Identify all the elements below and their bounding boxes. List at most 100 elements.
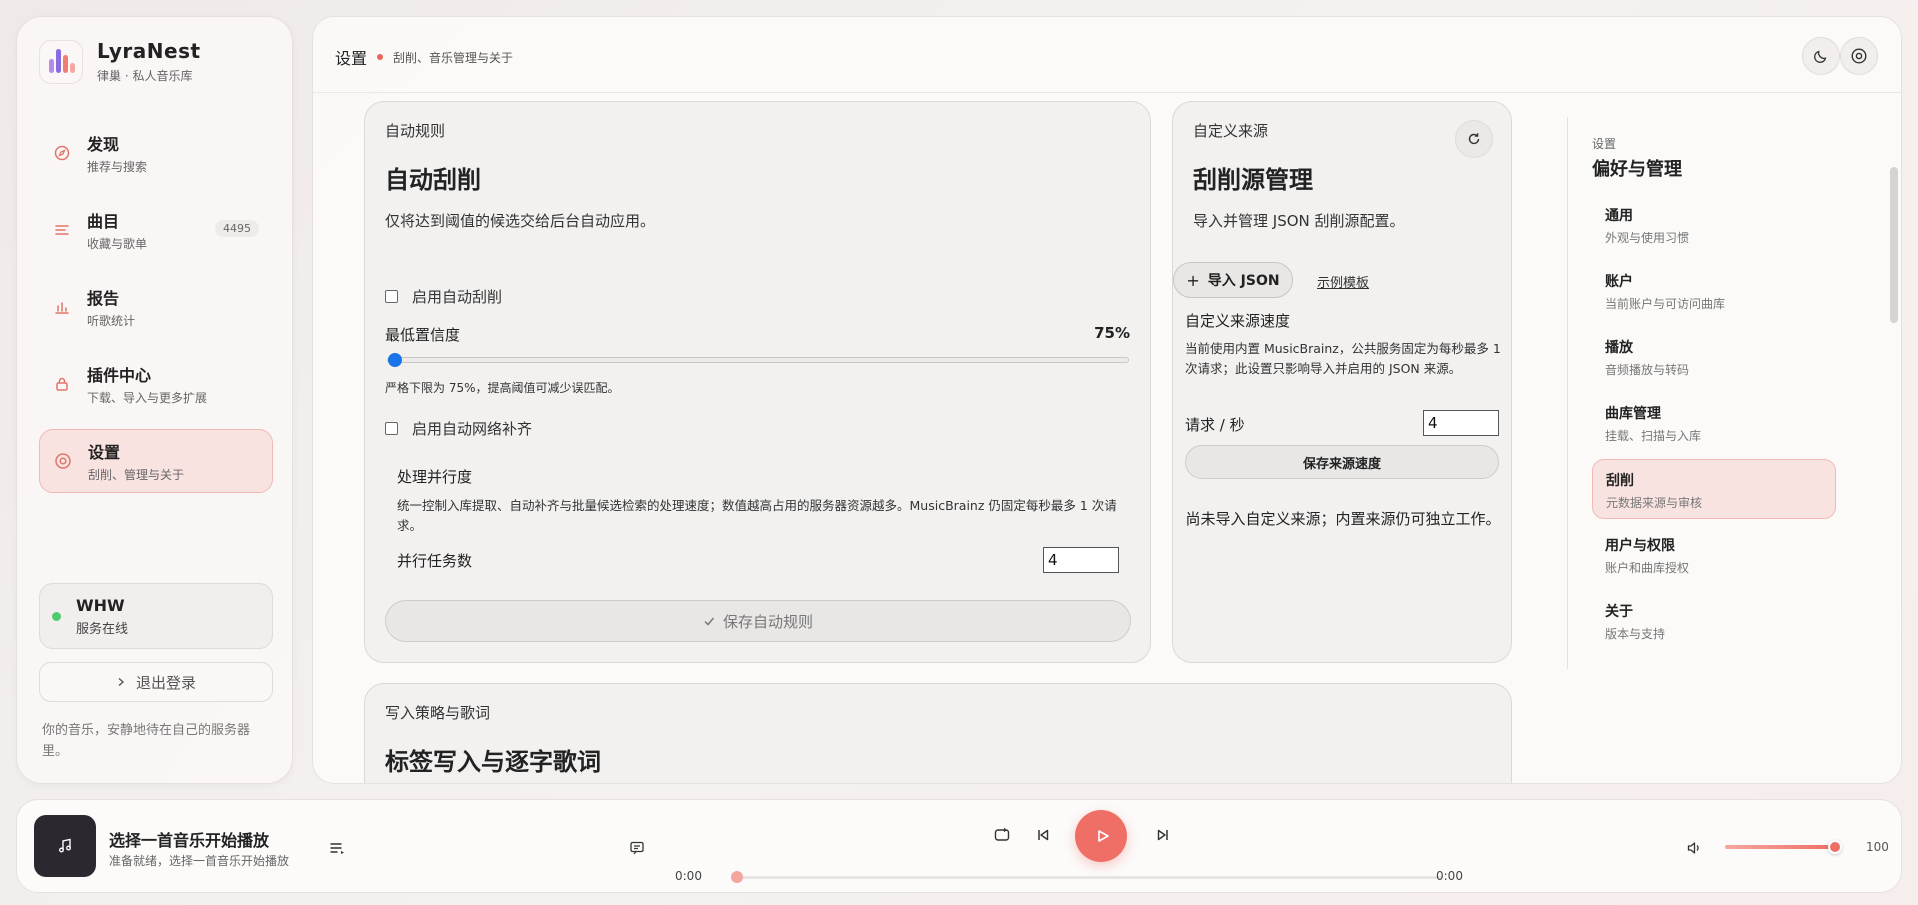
settings-nav-desc: 账户和曲库授权 [1605, 561, 1690, 575]
sidebar-item-label: 曲目 [87, 212, 120, 231]
sidebar-item-label: 设置 [88, 443, 121, 462]
volume-thumb[interactable] [1828, 840, 1842, 854]
settings-nav-library[interactable]: 曲库管理 挂载、扫描与入库 [1592, 393, 1836, 453]
current-time: 0:00 [675, 869, 702, 883]
task-count-label: 并行任务数 [397, 552, 473, 570]
sidebar-item-plugins[interactable]: 插件中心 下载、导入与更多扩展 [39, 352, 273, 416]
settings-nav-desc: 挂载、扫描与入库 [1605, 429, 1702, 443]
card-title: 自动刮削 [385, 166, 481, 194]
write-strategy-card: 写入策略与歌词 标签写入与逐字歌词 [364, 683, 1512, 783]
sidebar-item-sub: 下载、导入与更多扩展 [87, 391, 208, 405]
settings-nav-label: 刮削 [1606, 473, 1634, 489]
queue-button[interactable] [327, 837, 349, 859]
next-button[interactable] [1152, 824, 1174, 846]
auto-network-checkbox[interactable] [385, 422, 398, 435]
card-kicker: 写入策略与歌词 [385, 704, 491, 722]
sidebar-item-tracks[interactable]: 曲目 收藏与歌单 4495 [39, 198, 273, 262]
progress-thumb[interactable] [731, 871, 743, 883]
repeat-button[interactable] [991, 824, 1013, 846]
previous-button[interactable] [1032, 824, 1054, 846]
sample-template-link[interactable]: 示例模板 [1317, 272, 1369, 291]
auto-rules-card: 自动规则 自动刮削 仅将达到阈值的候选交给后台自动应用。 启用自动刮削 最低置信… [364, 101, 1151, 663]
volume-value: 100 [1866, 840, 1889, 854]
volume-slider[interactable] [1725, 845, 1835, 849]
sidebar-item-discover[interactable]: 发现 推荐与搜索 [39, 121, 273, 185]
volume-button[interactable] [1683, 837, 1705, 859]
track-title: 选择一首音乐开始播放 [109, 831, 270, 850]
progress-bar[interactable] [736, 876, 1442, 879]
card-description: 仅将达到阈值的候选交给后台自动应用。 [385, 212, 656, 230]
settings-nav-label: 账户 [1605, 274, 1633, 290]
settings-nav-scraping[interactable]: 刮削 元数据来源与审核 [1592, 459, 1836, 519]
settings-button[interactable] [1840, 37, 1878, 75]
skip-back-icon [1035, 827, 1051, 843]
confidence-slider-track[interactable] [387, 357, 1129, 363]
sidebar-item-label: 报告 [87, 289, 120, 308]
settings-nav-about[interactable]: 关于 版本与支持 [1592, 591, 1836, 651]
volume-icon [1686, 840, 1702, 856]
list-icon [53, 221, 71, 239]
settings-nav-desc: 版本与支持 [1605, 627, 1666, 641]
auto-scrape-toggle[interactable]: 启用自动刮削 [385, 286, 502, 307]
player-bar: 选择一首音乐开始播放 准备就绪，选择一首音乐开始播放 0:00 0:00 100 [16, 799, 1902, 893]
auto-scrape-label: 启用自动刮削 [412, 288, 503, 306]
moon-icon [1813, 48, 1829, 64]
breadcrumb-dot [377, 54, 384, 60]
sidebar-item-label: 发现 [87, 135, 120, 154]
settings-nav-desc: 音频播放与转码 [1605, 363, 1690, 377]
empty-sources-text: 尚未导入自定义来源；内置来源仍可独立工作。 [1185, 510, 1501, 528]
music-note-icon [56, 837, 74, 855]
concurrency-description: 统一控制入库提取、自动补齐与批量候选检索的处理速度；数值越高占用的服务器资源越多… [397, 498, 1117, 533]
sidebar-item-reports[interactable]: 报告 听歌统计 [39, 275, 273, 339]
settings-nav-kicker: 设置 [1592, 137, 1617, 151]
bar-chart-icon [53, 298, 71, 316]
save-auto-rules-button[interactable]: 保存自动规则 [385, 600, 1131, 642]
scrollbar-thumb[interactable] [1890, 167, 1898, 323]
check-icon [703, 615, 715, 627]
settings-nav-playback[interactable]: 播放 音频播放与转码 [1592, 327, 1836, 387]
gear-icon [1850, 47, 1868, 65]
import-json-button[interactable]: + 导入 JSON [1173, 262, 1293, 298]
save-source-speed-button[interactable]: 保存来源速度 [1185, 445, 1499, 479]
settings-nav: 设置 偏好与管理 通用 外观与使用习惯 账户 当前账户与可访问曲库 播放 音频播… [1567, 117, 1837, 669]
lyrics-icon [629, 840, 645, 856]
card-title: 刮削源管理 [1193, 166, 1313, 194]
task-count-input[interactable]: 4 [1043, 547, 1119, 573]
settings-nav-general[interactable]: 通用 外观与使用习惯 [1592, 195, 1836, 255]
settings-nav-label: 播放 [1605, 340, 1633, 356]
repeat-icon [993, 826, 1011, 844]
auto-scrape-checkbox[interactable] [385, 290, 398, 303]
settings-nav-desc: 外观与使用习惯 [1605, 231, 1690, 245]
lyrics-button[interactable] [626, 837, 648, 859]
save-auto-rules-label: 保存自动规则 [722, 612, 813, 631]
concurrency-title: 处理并行度 [397, 468, 473, 486]
album-cover[interactable] [34, 815, 96, 877]
theme-toggle-button[interactable] [1802, 37, 1840, 75]
settings-nav-label: 用户与权限 [1605, 538, 1675, 554]
confidence-slider-thumb[interactable] [388, 353, 402, 367]
play-button[interactable] [1075, 810, 1127, 862]
card-title: 标签写入与逐字歌词 [385, 748, 601, 776]
logout-button[interactable]: 退出登录 [39, 662, 273, 702]
service-status: 服务在线 [76, 622, 129, 637]
sidebar: LyraNest 律巢 · 私人音乐库 发现 推荐与搜索 曲目 收藏与歌单 44… [16, 16, 293, 784]
chevron-right-icon [116, 677, 126, 687]
online-indicator [52, 612, 61, 621]
sidebar-item-sub: 收藏与歌单 [87, 237, 148, 251]
auto-network-toggle[interactable]: 启用自动网络补齐 [385, 418, 532, 439]
play-icon [1096, 829, 1110, 843]
track-count-badge: 4495 [215, 220, 259, 237]
source-speed-title: 自定义来源速度 [1185, 312, 1291, 330]
settings-nav-label: 关于 [1605, 604, 1633, 620]
total-time: 0:00 [1436, 869, 1463, 883]
refresh-button[interactable] [1455, 120, 1493, 158]
settings-nav-account[interactable]: 账户 当前账户与可访问曲库 [1592, 261, 1836, 321]
sidebar-item-settings[interactable]: 设置 刮削、管理与关于 [39, 429, 273, 493]
settings-nav-users[interactable]: 用户与权限 账户和曲库授权 [1592, 525, 1836, 585]
settings-nav-title: 偏好与管理 [1592, 159, 1682, 180]
main-panel: 设置 刮削、音乐管理与关于 自动规则 自动刮削 仅将达到阈值的候选交给后台自动应… [312, 16, 1902, 784]
brand[interactable]: LyraNest 律巢 · 私人音乐库 [39, 39, 201, 84]
brand-name: LyraNest [97, 39, 201, 63]
rate-input[interactable]: 4 [1423, 410, 1499, 436]
refresh-icon [1467, 132, 1481, 146]
